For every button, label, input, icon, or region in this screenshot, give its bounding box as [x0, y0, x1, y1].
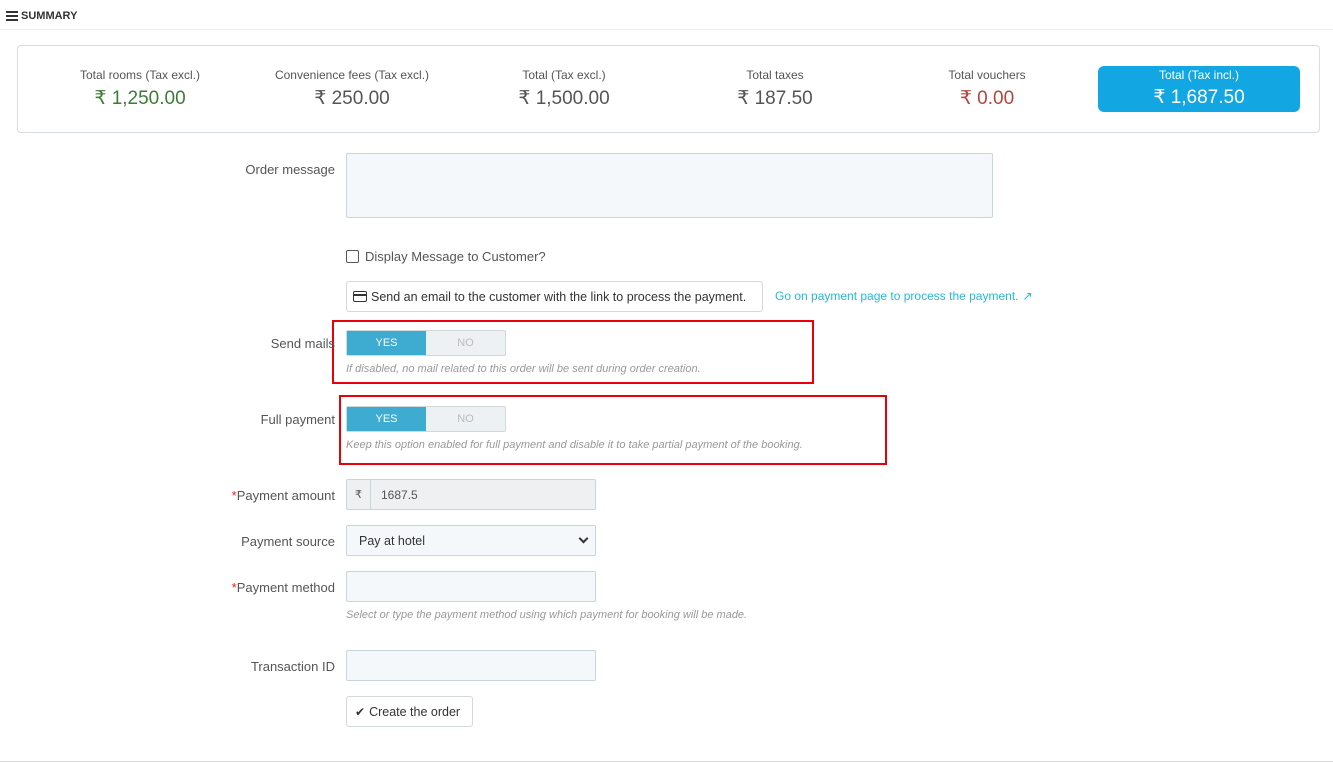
- display-message-row[interactable]: Display Message to Customer?: [346, 249, 546, 264]
- payment-amount-input[interactable]: ₹ 1687.5: [346, 479, 596, 510]
- display-message-label: Display Message to Customer?: [365, 249, 546, 264]
- summary-label: Total rooms (Tax excl.): [79, 68, 201, 82]
- bottom-divider: [0, 761, 1333, 762]
- summary-panel: Total rooms (Tax excl.) ₹ 1,250.00 Conve…: [17, 45, 1320, 133]
- order-message-textarea[interactable]: [346, 153, 993, 218]
- payment-method-input[interactable]: [346, 571, 596, 602]
- payment-amount-label-text: Payment amount: [236, 488, 335, 503]
- transaction-id-label: Transaction ID: [250, 659, 335, 674]
- summary-value: ₹ 0.00: [959, 88, 1015, 109]
- summary-value: ₹ 187.50: [737, 88, 813, 109]
- summary-grand-total: Total (Tax incl.) ₹ 1,687.50: [1098, 66, 1300, 112]
- list-icon: [6, 11, 18, 21]
- send-mails-switch[interactable]: YES NO: [346, 330, 506, 356]
- send-payment-email-button[interactable]: Send an email to the customer with the l…: [346, 281, 763, 312]
- full-payment-switch[interactable]: YES NO: [346, 406, 506, 432]
- payment-source-select[interactable]: Pay at hotel: [346, 525, 596, 556]
- transaction-id-input[interactable]: [346, 650, 596, 681]
- summary-total-taxes: Total taxes ₹ 187.50: [675, 46, 875, 134]
- display-message-checkbox[interactable]: [346, 250, 359, 263]
- send-mails-label: Send mails: [270, 336, 335, 351]
- send-mails-yes-option[interactable]: YES: [347, 331, 426, 355]
- full-payment-no-option[interactable]: NO: [426, 407, 505, 431]
- chevron-down-icon: [578, 533, 589, 544]
- heading-divider: [0, 29, 1333, 30]
- check-icon: ✔: [355, 704, 366, 719]
- full-payment-yes-option[interactable]: YES: [347, 407, 426, 431]
- summary-value: ₹ 1,687.50: [1153, 87, 1245, 108]
- create-order-label: Create the order: [369, 704, 461, 719]
- payment-page-link-label: Go on payment page to process the paymen…: [775, 289, 1019, 303]
- summary-convenience-fees: Convenience fees (Tax excl.) ₹ 250.00: [252, 46, 452, 134]
- order-message-label: Order message: [245, 162, 335, 177]
- external-link-icon: ↗: [1022, 289, 1033, 303]
- summary-total-rooms: Total rooms (Tax excl.) ₹ 1,250.00: [40, 46, 240, 134]
- summary-total-vouchers: Total vouchers ₹ 0.00: [887, 46, 1087, 134]
- panel-title: SUMMARY: [21, 10, 78, 22]
- payment-source-value: Pay at hotel: [359, 533, 426, 548]
- create-order-button[interactable]: ✔ Create the order: [346, 696, 473, 727]
- send-mails-help-text: If disabled, no mail related to this ord…: [346, 363, 701, 375]
- summary-label: Convenience fees (Tax excl.): [274, 68, 430, 82]
- payment-amount-label: *Payment amount: [232, 488, 335, 503]
- full-payment-help-text: Keep this option enabled for full paymen…: [346, 439, 803, 451]
- payment-method-label-text: Payment method: [236, 580, 335, 595]
- payment-amount-value: 1687.5: [381, 487, 418, 502]
- summary-value: ₹ 1,500.00: [518, 88, 610, 109]
- summary-label: Total (Tax excl.): [522, 68, 606, 82]
- payment-source-label: Payment source: [241, 534, 335, 549]
- panel-heading: SUMMARY: [6, 6, 77, 26]
- payment-method-label: *Payment method: [232, 580, 335, 595]
- summary-label: Total vouchers: [948, 68, 1026, 82]
- payment-page-link[interactable]: Go on payment page to process the paymen…: [775, 289, 1033, 303]
- credit-card-icon: [353, 291, 367, 302]
- summary-total-tax-excl: Total (Tax excl.) ₹ 1,500.00: [464, 46, 664, 134]
- send-mails-no-option[interactable]: NO: [426, 331, 505, 355]
- summary-label: Total (Tax incl.): [1158, 68, 1240, 82]
- payment-method-help-text: Select or type the payment method using …: [346, 609, 748, 621]
- summary-value: ₹ 1,250.00: [94, 88, 186, 109]
- full-payment-label: Full payment: [260, 412, 335, 427]
- send-payment-email-label: Send an email to the customer with the l…: [371, 289, 747, 304]
- summary-label: Total taxes: [746, 68, 804, 82]
- summary-value: ₹ 250.00: [314, 88, 390, 109]
- currency-addon: ₹: [347, 480, 371, 509]
